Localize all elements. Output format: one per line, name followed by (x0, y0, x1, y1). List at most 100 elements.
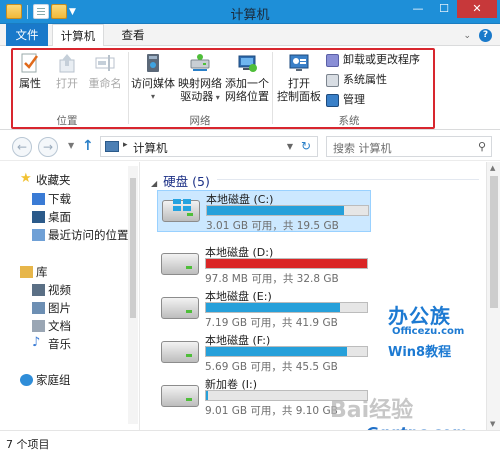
drive-free-space: 3.01 GB 可用，共 19.5 GB (206, 220, 339, 232)
search-placeholder: 搜索 计算机 (333, 142, 392, 155)
chevron-down-icon: ▾ (213, 93, 220, 102)
help-icon[interactable]: ? (479, 29, 492, 42)
uninstall-icon (326, 53, 339, 67)
properties-label: 属性 (19, 77, 41, 90)
scrollbar-thumb[interactable] (490, 176, 498, 308)
hard-drive-icon (161, 297, 199, 319)
title-bar: ▼ 计算机 — ☐ ✕ (0, 0, 500, 24)
drive-usage-bar (206, 205, 369, 216)
access-media-button[interactable]: 访问媒体 ▾ (130, 52, 176, 103)
ribbon-tab-row: 文件 计算机 查看 ⌄ ? (0, 24, 500, 47)
libraries-icon (20, 266, 33, 278)
hard-drive-icon (161, 385, 199, 407)
drive-free-space: 7.19 GB 可用，共 41.9 GB (205, 317, 338, 329)
nav-label: 下载 (48, 192, 71, 206)
windows-logo-icon (173, 199, 191, 211)
download-folder-icon (32, 193, 45, 205)
navigation-pane: ★ 收藏夹 下载 桌面 最近访问的位置 库 视频 图片 文档 ♪ 音乐 家庭组 (0, 162, 140, 430)
checkmark-properties-icon (19, 52, 41, 74)
drive-usage-fill (206, 303, 340, 312)
drive-free-space: 97.8 MB 可用，共 32.8 GB (205, 273, 339, 285)
tab-computer[interactable]: 计算机 (52, 24, 104, 47)
search-icon[interactable]: ⚲ (478, 140, 486, 153)
drive-tile[interactable]: 本地磁盘 (F:) 5.69 GB 可用，共 45.5 GB (157, 332, 371, 374)
nav-label: 视频 (48, 283, 71, 297)
drive-tile[interactable]: 本地磁盘 (E:) 7.19 GB 可用，共 41.9 GB (157, 288, 371, 330)
system-properties-button[interactable]: 系统属性 (326, 72, 387, 88)
nav-label: 文档 (48, 319, 71, 333)
control-panel-icon (288, 52, 310, 74)
rename-button[interactable]: 重命名 (84, 52, 126, 90)
tab-file[interactable]: 文件 (6, 24, 48, 46)
map-network-drive-button[interactable]: 映射网络 驱动器 ▾ (176, 52, 224, 104)
map-network-drive-label-2: 驱动器 ▾ (176, 90, 224, 104)
breadcrumb[interactable]: 计算机 (133, 140, 168, 156)
minimize-button[interactable]: — (405, 0, 431, 18)
properties-button[interactable]: 属性 (12, 52, 48, 90)
hard-drive-icon (162, 199, 200, 222)
system-properties-icon (326, 73, 339, 87)
scroll-down-icon[interactable]: ▼ (490, 420, 495, 428)
open-arrow-icon (56, 52, 78, 74)
collapse-group-icon[interactable]: ◢ (151, 179, 157, 188)
add-network-location-label-2: 网络位置 (225, 90, 269, 103)
homegroup-icon (20, 374, 33, 386)
maximize-button[interactable]: ☐ (431, 0, 457, 18)
drive-tile[interactable]: 本地磁盘 (D:) 97.8 MB 可用，共 32.8 GB (157, 244, 371, 286)
nav-label: 音乐 (48, 337, 71, 351)
open-control-panel-label: 打开 (288, 77, 310, 90)
drive-usage-fill (206, 391, 208, 400)
nav-label: 库 (36, 265, 48, 279)
refresh-icon[interactable]: ↻ (301, 139, 311, 153)
recent-places-icon (32, 229, 45, 241)
expand-ribbon-icon[interactable]: ⌄ (463, 31, 471, 41)
manage-label: 管理 (343, 93, 365, 106)
map-network-drive-icon (189, 52, 211, 74)
add-network-location-label: 添加一个 (225, 77, 269, 90)
item-count: 7 个项目 (6, 438, 50, 451)
hard-drive-icon (161, 253, 199, 275)
chevron-down-icon: ▾ (150, 92, 155, 101)
network-group-label: 网络 (189, 115, 211, 127)
rename-label: 重命名 (88, 77, 122, 90)
ribbon: 属性 打开 重命名 位置 访问媒体 ▾ 映射网络 驱动器 ▾ 添加一个 网络位置 (0, 46, 500, 130)
drive-tile[interactable]: 本地磁盘 (C:) 3.01 GB 可用，共 19.5 GB (157, 190, 371, 232)
drive-free-space: 9.01 GB 可用，共 9.10 GB (205, 405, 338, 417)
map-network-drive-label: 映射网络 (178, 77, 222, 90)
drive-usage-bar (205, 302, 368, 313)
address-history-icon[interactable]: ▼ (287, 142, 293, 151)
open-button[interactable]: 打开 (50, 52, 84, 90)
scroll-up-icon[interactable]: ▲ (490, 164, 495, 172)
breadcrumb-separator-icon[interactable]: ▸ (123, 140, 128, 150)
location-group-label: 位置 (56, 115, 78, 127)
back-button[interactable]: ← (12, 137, 32, 157)
drive-usage-fill (206, 259, 367, 268)
tab-view[interactable]: 查看 (110, 24, 156, 46)
add-network-location-button[interactable]: 添加一个 网络位置 (224, 52, 270, 103)
navigation-pane-scrollbar[interactable] (128, 166, 138, 424)
manage-button[interactable]: 管理 (326, 92, 365, 108)
recent-locations-icon[interactable]: ▼ (68, 141, 74, 150)
search-input[interactable]: 搜索 计算机 ⚲ (326, 136, 492, 157)
close-button[interactable]: ✕ (457, 0, 497, 18)
rename-icon (94, 52, 116, 74)
map-network-drive-label-line2: 驱动器 (180, 90, 214, 103)
group-divider (217, 179, 479, 180)
content-pane: ◢ 硬盘 (5) 本地磁盘 (C:) 3.01 GB 可用，共 19.5 GB 本地磁… (141, 162, 486, 430)
content-scrollbar[interactable]: ▲ ▼ (486, 162, 500, 430)
address-bar[interactable]: ▸ 计算机 ▼ ↻ (100, 136, 318, 157)
system-group-label: 系统 (338, 115, 360, 127)
videos-icon (32, 284, 45, 296)
nav-label: 桌面 (48, 210, 71, 224)
music-icon: ♪ (32, 335, 41, 350)
open-control-panel-label-2: 控制面板 (277, 90, 321, 103)
uninstall-program-button[interactable]: 卸载或更改程序 (326, 52, 420, 68)
watermark-win8: Win8教程 (388, 345, 452, 360)
hard-drives-group-header[interactable]: ◢ 硬盘 (5) (151, 171, 210, 190)
forward-button[interactable]: → (38, 137, 58, 157)
up-arrow-icon[interactable]: ↑ (82, 138, 94, 154)
hard-drive-icon (161, 341, 199, 363)
manage-icon (326, 93, 339, 107)
scrollbar-thumb[interactable] (130, 178, 136, 318)
open-control-panel-button[interactable]: 打开 控制面板 (276, 52, 322, 103)
